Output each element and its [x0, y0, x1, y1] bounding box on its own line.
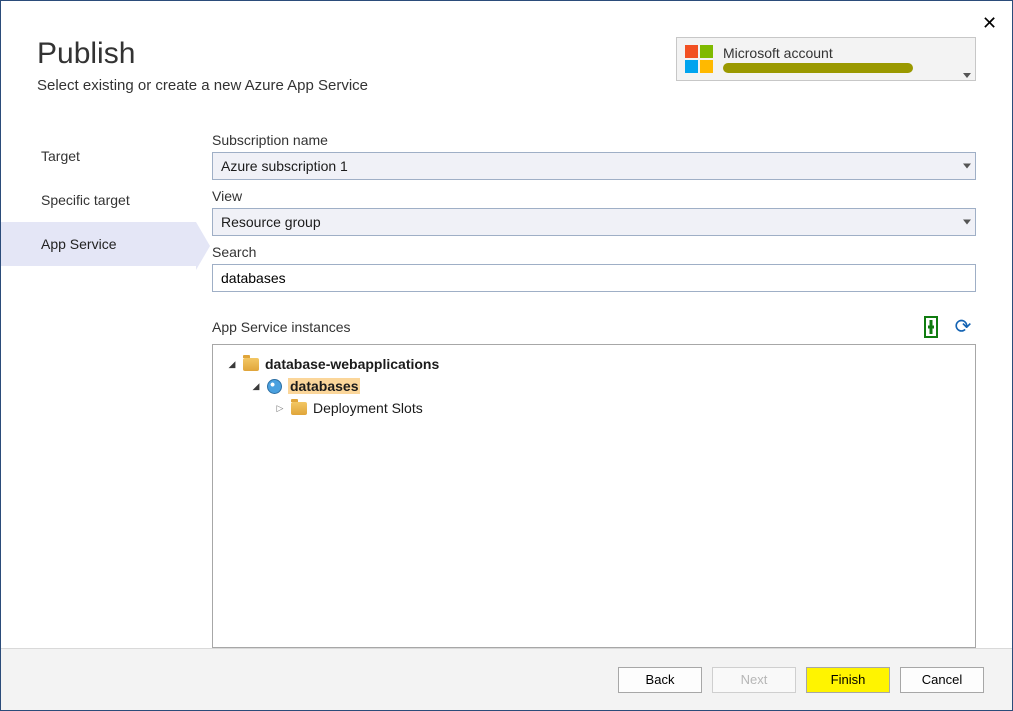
tree-node-label: databases: [288, 378, 360, 394]
next-button: Next: [712, 667, 796, 693]
chevron-down-icon: [963, 164, 971, 169]
tree-node-label: database-webapplications: [265, 356, 439, 372]
back-button[interactable]: Back: [618, 667, 702, 693]
search-label: Search: [212, 244, 976, 260]
cancel-button[interactable]: Cancel: [900, 667, 984, 693]
finish-button[interactable]: Finish: [806, 667, 890, 693]
tree-node-label: Deployment Slots: [313, 400, 423, 416]
publish-dialog: ✕ Publish Select existing or create a ne…: [0, 0, 1013, 711]
instances-label: App Service instances: [212, 319, 912, 335]
sidebar-item-label: Target: [41, 148, 80, 164]
folder-icon: [291, 402, 307, 415]
account-dropdown[interactable]: Microsoft account: [676, 37, 976, 81]
dialog-header: Publish Select existing or create a new …: [1, 1, 1012, 114]
tree-node-resource-group[interactable]: database-webapplications: [221, 353, 967, 375]
sidebar-item-label: App Service: [41, 236, 116, 252]
chevron-down-icon: [963, 220, 971, 225]
tree-node-deployment-slots[interactable]: Deployment Slots: [221, 397, 967, 419]
refresh-icon: ⟳: [955, 317, 972, 337]
expander-closed-icon[interactable]: [273, 401, 287, 415]
view-dropdown[interactable]: Resource group: [212, 208, 976, 236]
search-input[interactable]: [221, 265, 949, 291]
refresh-button[interactable]: ⟳: [950, 314, 976, 340]
add-instance-button[interactable]: [918, 314, 944, 340]
main-panel: Subscription name Azure subscription 1 V…: [196, 124, 1012, 648]
expander-open-icon[interactable]: [249, 379, 263, 393]
sidebar-item-label: Specific target: [41, 192, 130, 208]
search-input-wrapper: [212, 264, 976, 292]
sidebar-item-specific-target[interactable]: Specific target: [1, 178, 196, 222]
account-email-redacted: [723, 63, 913, 73]
view-label: View: [212, 188, 976, 204]
wizard-sidebar: Target Specific target App Service: [1, 124, 196, 648]
sidebar-item-app-service[interactable]: App Service: [1, 222, 196, 266]
tree-node-app-service[interactable]: databases: [221, 375, 967, 397]
plus-icon: [924, 316, 938, 338]
view-value: Resource group: [221, 214, 949, 230]
subscription-label: Subscription name: [212, 132, 976, 148]
instances-tree[interactable]: database-webapplications databases Deplo…: [212, 344, 976, 648]
chevron-down-icon: [963, 73, 971, 78]
dialog-footer: Back Next Finish Cancel: [1, 648, 1012, 710]
sidebar-item-target[interactable]: Target: [1, 134, 196, 178]
microsoft-logo-icon: [685, 45, 713, 73]
subscription-dropdown[interactable]: Azure subscription 1: [212, 152, 976, 180]
account-label: Microsoft account: [723, 45, 957, 62]
subscription-value: Azure subscription 1: [221, 158, 949, 174]
appservice-icon: [267, 379, 282, 394]
folder-icon: [243, 358, 259, 371]
expander-open-icon[interactable]: [225, 357, 239, 371]
